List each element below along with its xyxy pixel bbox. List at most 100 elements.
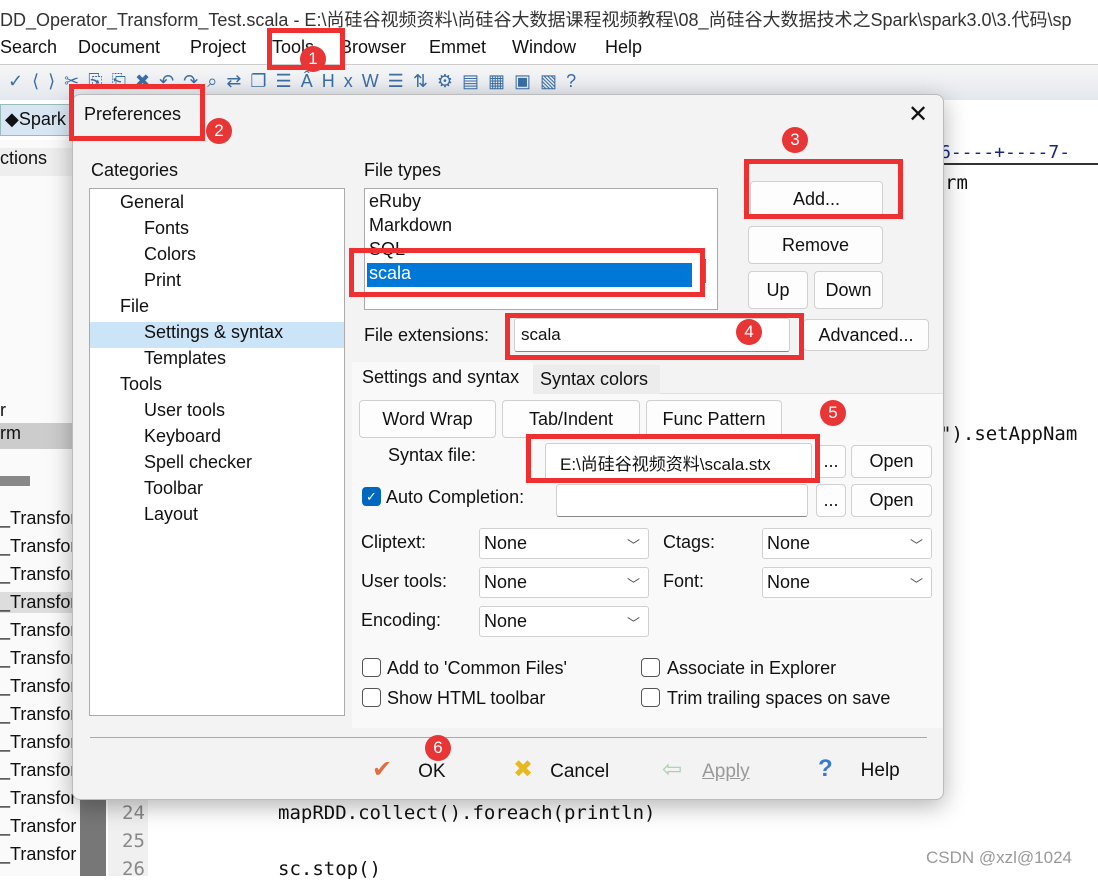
syntax-file-open-button[interactable]: Open bbox=[851, 445, 932, 478]
user-tools-select[interactable]: None ﹀ bbox=[479, 567, 649, 598]
encoding-label: Encoding: bbox=[361, 610, 442, 630]
footer-divider bbox=[90, 737, 927, 738]
file-list-item[interactable]: _Transfor bbox=[0, 676, 76, 697]
category-item[interactable]: Colors bbox=[90, 244, 344, 270]
code-line[interactable]: sc.stop() bbox=[278, 858, 381, 880]
file-list-item[interactable]: _Transfor bbox=[0, 620, 76, 641]
ruler: 6----+----7- bbox=[940, 142, 1098, 165]
down-button[interactable]: Down bbox=[814, 271, 883, 309]
category-item[interactable]: Spell checker bbox=[90, 452, 344, 478]
file-list-item[interactable]: _Transfor bbox=[0, 648, 76, 669]
window-title: DD_Operator_Transform_Test.scala - E:\尚硅… bbox=[0, 10, 1072, 30]
categories-label: Categories bbox=[91, 160, 179, 180]
menu-emmet[interactable]: Emmet bbox=[429, 37, 486, 58]
chevron-down-icon: ﹀ bbox=[909, 538, 923, 553]
syntax-file-label: Syntax file: bbox=[388, 445, 477, 465]
category-item[interactable]: Templates bbox=[90, 348, 344, 374]
file-list-item[interactable]: _Transfor bbox=[0, 508, 76, 529]
tab-icon: ◆ bbox=[5, 109, 19, 129]
panel-item[interactable]: r bbox=[0, 400, 6, 421]
code-fragment: rm bbox=[945, 172, 968, 194]
ctags-label: Ctags: bbox=[663, 532, 716, 552]
category-item[interactable]: Settings & syntax bbox=[90, 322, 344, 348]
category-item[interactable]: File bbox=[90, 296, 344, 322]
user-tools-label: User tools: bbox=[361, 571, 448, 591]
line-number: 26 bbox=[122, 858, 145, 880]
up-button[interactable]: Up bbox=[748, 271, 808, 309]
add-to-common-files-label: Add to 'Common Files' bbox=[387, 658, 567, 678]
tab-indent-button[interactable]: Tab/Indent bbox=[502, 400, 640, 438]
file-list-item[interactable]: _Transfor bbox=[0, 704, 76, 725]
cancel-button[interactable]: ✖ Cancel bbox=[513, 755, 609, 787]
annotation-marker-2: 2 bbox=[206, 118, 232, 144]
file-types-label: File types bbox=[364, 160, 442, 180]
auto-completion-input[interactable] bbox=[556, 484, 808, 517]
show-html-toolbar-checkbox[interactable] bbox=[362, 688, 381, 707]
file-type-item[interactable]: eRuby bbox=[367, 191, 692, 215]
menu-browser[interactable]: Browser bbox=[340, 37, 406, 58]
file-list-item[interactable]: _Transfor bbox=[0, 564, 76, 585]
tab-syntax-colors[interactable]: Syntax colors bbox=[533, 365, 660, 394]
apply-button[interactable]: ⇦ Apply bbox=[662, 755, 750, 787]
category-item[interactable]: Keyboard bbox=[90, 426, 344, 452]
annotation-box-2 bbox=[69, 84, 205, 141]
menu-project[interactable]: Project bbox=[190, 37, 246, 58]
category-item[interactable]: Toolbar bbox=[90, 478, 344, 504]
annotation-marker-6: 6 bbox=[425, 735, 451, 761]
watermark: CSDN @xzl@1024 bbox=[926, 848, 1073, 867]
menu-window[interactable]: Window bbox=[512, 37, 576, 58]
file-list-item[interactable]: _Transfor bbox=[0, 816, 76, 837]
checkmark-icon: ✔ bbox=[372, 756, 393, 783]
tab-settings-and-syntax[interactable]: Settings and syntax bbox=[352, 362, 533, 394]
panel-scrollbar[interactable] bbox=[0, 476, 30, 486]
advanced-button[interactable]: Advanced... bbox=[803, 319, 929, 351]
auto-completion-label: Auto Completion: bbox=[386, 487, 525, 507]
auto-completion-open-button[interactable]: Open bbox=[851, 484, 932, 517]
add-to-common-files-checkbox[interactable] bbox=[362, 658, 381, 677]
file-list-item[interactable]: _Transfor bbox=[0, 732, 76, 753]
encoding-select[interactable]: None ﹀ bbox=[479, 606, 649, 637]
document-tab[interactable]: ◆Spark bbox=[0, 104, 72, 136]
annotation-box-scala bbox=[349, 248, 705, 297]
cliptext-select[interactable]: None ﹀ bbox=[479, 528, 649, 559]
syntax-file-browse-button[interactable]: ... bbox=[816, 445, 846, 478]
associate-in-explorer-checkbox[interactable] bbox=[641, 658, 660, 677]
cliptext-label: Cliptext: bbox=[361, 532, 427, 552]
chevron-down-icon: ﹀ bbox=[626, 538, 640, 553]
word-wrap-button[interactable]: Word Wrap bbox=[359, 400, 496, 438]
remove-button[interactable]: Remove bbox=[748, 226, 883, 264]
category-item[interactable]: User tools bbox=[90, 400, 344, 426]
file-list-item[interactable]: _Transfor bbox=[0, 760, 76, 781]
file-list-item[interactable]: _Transfor bbox=[0, 788, 76, 809]
categories-tree[interactable]: General Fonts Colors Print File Settings & sy… bbox=[89, 188, 345, 716]
chevron-down-icon: ﹀ bbox=[909, 577, 923, 592]
category-item[interactable]: Layout bbox=[90, 504, 344, 530]
font-select[interactable]: None ﹀ bbox=[762, 567, 932, 598]
file-list-item[interactable]: _Transfor bbox=[0, 536, 76, 557]
associate-in-explorer-label: Associate in Explorer bbox=[667, 658, 837, 678]
menu-help[interactable]: Help bbox=[605, 37, 642, 58]
auto-completion-browse-button[interactable]: ... bbox=[816, 484, 846, 517]
auto-completion-checkbox[interactable]: ✓ bbox=[362, 487, 381, 506]
ctags-select[interactable]: None ﹀ bbox=[762, 528, 932, 559]
code-line[interactable]: mapRDD.collect().foreach(println) bbox=[278, 802, 656, 824]
annotation-marker-4: 4 bbox=[736, 319, 762, 345]
apply-arrow-icon: ⇦ bbox=[662, 756, 683, 783]
trim-trailing-spaces-checkbox[interactable] bbox=[641, 688, 660, 707]
category-item[interactable]: General bbox=[90, 192, 344, 218]
line-number: 24 bbox=[122, 802, 145, 824]
close-icon[interactable]: ✕ bbox=[908, 100, 928, 129]
category-item[interactable]: Print bbox=[90, 270, 344, 296]
code-fragment: ").setAppNam bbox=[940, 423, 1078, 445]
menu-document[interactable]: Document bbox=[78, 37, 160, 58]
category-item[interactable]: Tools bbox=[90, 374, 344, 400]
file-list-item[interactable]: _Transfor bbox=[0, 844, 76, 865]
category-item[interactable]: Fonts bbox=[90, 218, 344, 244]
menu-search[interactable]: Search bbox=[0, 37, 57, 58]
help-button[interactable]: ? Help bbox=[818, 755, 900, 787]
func-pattern-button[interactable]: Func Pattern bbox=[646, 400, 782, 438]
cancel-x-icon: ✖ bbox=[513, 756, 534, 783]
file-extensions-label: File extensions: bbox=[364, 325, 490, 345]
file-type-item[interactable]: Markdown bbox=[367, 215, 692, 239]
line-number: 25 bbox=[122, 830, 145, 852]
